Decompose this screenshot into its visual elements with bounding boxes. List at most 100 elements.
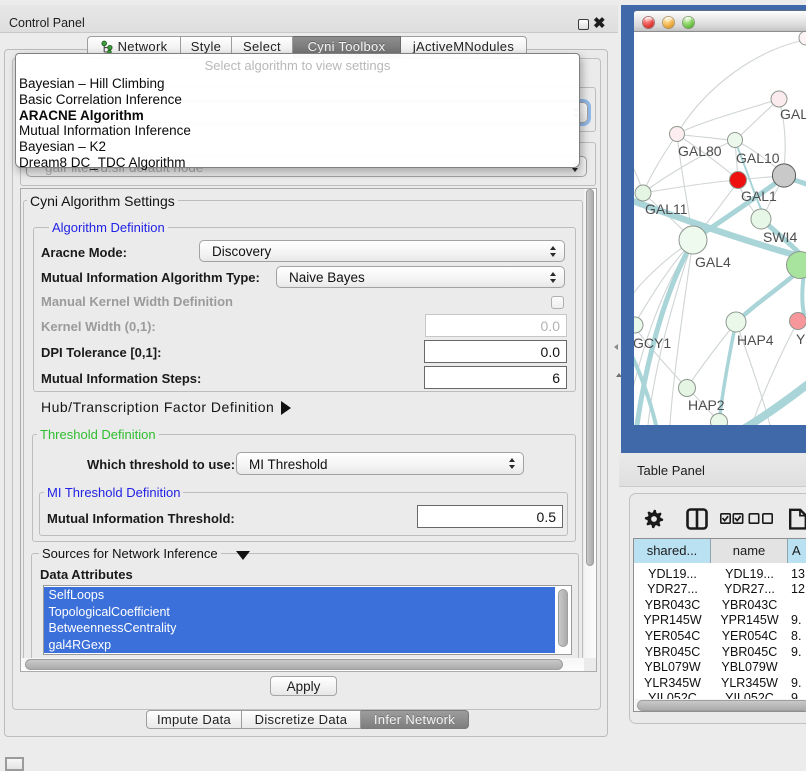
list-scrollbar-thumb[interactable] bbox=[558, 589, 568, 647]
network-node-pink-node[interactable] bbox=[790, 313, 806, 330]
table-cell: YBR043C bbox=[711, 598, 788, 614]
gear-icon[interactable] bbox=[645, 510, 663, 528]
collapse-arrow-icon[interactable] bbox=[236, 551, 250, 560]
table-cell: YLR345W bbox=[634, 676, 711, 692]
column-header-1[interactable]: shared... bbox=[634, 539, 711, 563]
apply-button[interactable]: Apply bbox=[270, 676, 337, 696]
float-window-icon[interactable] bbox=[578, 19, 589, 30]
dropdown-item[interactable]: Basic Correlation Inference bbox=[19, 92, 182, 107]
mi-threshold-label: Mutual Information Threshold: bbox=[47, 511, 235, 526]
network-node-hap2[interactable] bbox=[679, 380, 696, 397]
dropdown-item[interactable]: Bayesian – Hill Climbing bbox=[19, 76, 165, 91]
close-icon[interactable]: ✖ bbox=[593, 14, 606, 32]
settings-horizontal-scrollbar[interactable] bbox=[21, 658, 584, 671]
cyni-bottom-tabs: Impute DataDiscretize DataInfer Network bbox=[146, 710, 469, 729]
tab-infer-network[interactable]: Infer Network bbox=[361, 710, 469, 729]
manual-kernel-checkbox[interactable] bbox=[551, 296, 564, 309]
network-node-gcy1[interactable] bbox=[634, 317, 643, 333]
attribute-item[interactable]: BetweennessCentrality bbox=[44, 620, 555, 637]
table-row[interactable]: YER054CYER054C8. bbox=[634, 629, 806, 645]
table-horizontal-scrollbar[interactable] bbox=[635, 699, 806, 712]
kernel-width-field[interactable]: 0.0 bbox=[425, 314, 567, 337]
network-node-swi4[interactable] bbox=[751, 209, 771, 229]
table-row[interactable]: YBR043CYBR043C bbox=[634, 598, 806, 614]
network-node-hap4[interactable] bbox=[726, 312, 746, 332]
attribute-item[interactable]: gal4RGexp bbox=[44, 637, 555, 654]
attribute-item[interactable]: TopologicalCoefficient bbox=[44, 604, 555, 621]
split-columns-icon[interactable] bbox=[688, 510, 707, 529]
table-panel-titlebar: Table Panel bbox=[619, 453, 806, 487]
network-node-gal10[interactable] bbox=[728, 133, 743, 148]
attribute-item[interactable]: SelfLoops bbox=[44, 587, 555, 604]
unchecked-pair-icon[interactable] bbox=[749, 514, 772, 523]
column-header-2[interactable]: name bbox=[711, 539, 788, 563]
data-attributes-label: Data Attributes bbox=[40, 567, 133, 582]
table-cell: YDL19... bbox=[711, 567, 788, 583]
dpi-tolerance-field[interactable]: 0.0 bbox=[424, 340, 567, 363]
dropdown-item[interactable]: Dream8 DC_TDC Algorithm bbox=[19, 155, 186, 170]
expand-arrow-icon[interactable] bbox=[281, 401, 291, 415]
network-node-gal4[interactable] bbox=[679, 226, 707, 254]
combo-arrows-icon bbox=[549, 244, 557, 258]
settings-vertical-scrollbar[interactable] bbox=[584, 189, 596, 658]
dropdown-item[interactable]: Bayesian – K2 bbox=[19, 139, 106, 154]
document-icon[interactable] bbox=[790, 510, 806, 529]
table-cell: YBL079W bbox=[711, 660, 788, 676]
sources-title: Sources for Network Inference bbox=[39, 546, 221, 561]
network-node-gal11[interactable] bbox=[635, 185, 651, 201]
which-threshold-value: MI Threshold bbox=[249, 453, 328, 476]
tab-discretize-data[interactable]: Discretize Data bbox=[242, 710, 361, 729]
mi-threshold-field[interactable]: 0.5 bbox=[417, 505, 563, 528]
column-header-3[interactable]: A bbox=[788, 539, 806, 563]
mi-threshold-definition-title: MI Threshold Definition bbox=[44, 485, 183, 500]
dropdown-item[interactable]: ARACNE Algorithm bbox=[19, 108, 144, 123]
tab-impute-data[interactable]: Impute Data bbox=[146, 710, 242, 729]
network-node-gal7[interactable] bbox=[771, 91, 787, 107]
combo-arrows-icon bbox=[508, 457, 516, 471]
table-cell: YDR27... bbox=[711, 582, 788, 598]
kernel-width-label: Kernel Width (0,1): bbox=[41, 319, 156, 334]
grid-mode-button[interactable] bbox=[5, 757, 24, 771]
table-row[interactable]: YLR345WYLR345W9. bbox=[634, 676, 806, 692]
table-row[interactable]: YPR145WYPR145W9. bbox=[634, 613, 806, 629]
table-header: shared...nameA bbox=[634, 539, 806, 563]
network-window-titlebar[interactable] bbox=[634, 10, 806, 32]
network-node-gray-node[interactable] bbox=[772, 164, 795, 187]
split-divider[interactable] bbox=[609, 33, 621, 745]
dropdown-item[interactable]: Mutual Information Inference bbox=[19, 123, 191, 138]
cyni-algorithm-settings-title: Cyni Algorithm Settings bbox=[27, 193, 178, 209]
node-label: SWI4 bbox=[763, 229, 797, 245]
mi-type-combobox[interactable]: Naive Bayes bbox=[276, 266, 565, 288]
table-scrollbar-thumb[interactable] bbox=[637, 700, 806, 711]
table-row[interactable]: YDL19...YDL19...13 bbox=[634, 567, 806, 583]
node-label: Y bbox=[796, 331, 806, 347]
table-row[interactable]: YBL079WYBL079W bbox=[634, 660, 806, 676]
network-node-red-node[interactable] bbox=[730, 172, 747, 189]
network-canvas[interactable]: GALGAL80GAL10GAL1GAL11SWI4GAL4GCY1HAP4YH… bbox=[634, 32, 806, 425]
network-node-gal80[interactable] bbox=[670, 127, 685, 142]
network-node-node[interactable] bbox=[799, 32, 806, 45]
table-cell: 9. bbox=[788, 676, 806, 692]
table-cell: YPR145W bbox=[634, 613, 711, 629]
table-cell: YBR045C bbox=[634, 645, 711, 661]
threshold-definition-title: Threshold Definition bbox=[37, 427, 159, 442]
mi-steps-field[interactable]: 6 bbox=[424, 366, 567, 389]
table-row[interactable]: YDR27...YDR27...12 bbox=[634, 582, 806, 598]
aracne-mode-combobox[interactable]: Discovery bbox=[199, 240, 565, 262]
vertical-scrollbar-thumb[interactable] bbox=[586, 189, 594, 566]
close-traffic-light-icon[interactable] bbox=[643, 17, 654, 28]
checked-pair-icon[interactable] bbox=[721, 514, 743, 523]
table-cell: 9. bbox=[788, 613, 806, 629]
minimize-traffic-light-icon[interactable] bbox=[663, 17, 674, 28]
zoom-traffic-light-icon[interactable] bbox=[683, 17, 694, 28]
control-panel-titlebar: Control Panel ✖ bbox=[0, 5, 618, 33]
mi-type-value: Naive Bayes bbox=[289, 267, 365, 289]
table-cell: YBR043C bbox=[634, 598, 711, 614]
which-threshold-combobox[interactable]: MI Threshold bbox=[236, 452, 524, 475]
horizontal-scrollbar-thumb[interactable] bbox=[25, 659, 563, 670]
list-scrollbar[interactable] bbox=[557, 588, 569, 654]
data-attributes-list[interactable]: gal4RGexpBetweennessCentralityTopologica… bbox=[43, 585, 572, 655]
table-cell: YDR27... bbox=[634, 582, 711, 598]
divider-collapse-icon[interactable] bbox=[614, 344, 618, 350]
table-row[interactable]: YBR045CYBR045C9. bbox=[634, 645, 806, 661]
